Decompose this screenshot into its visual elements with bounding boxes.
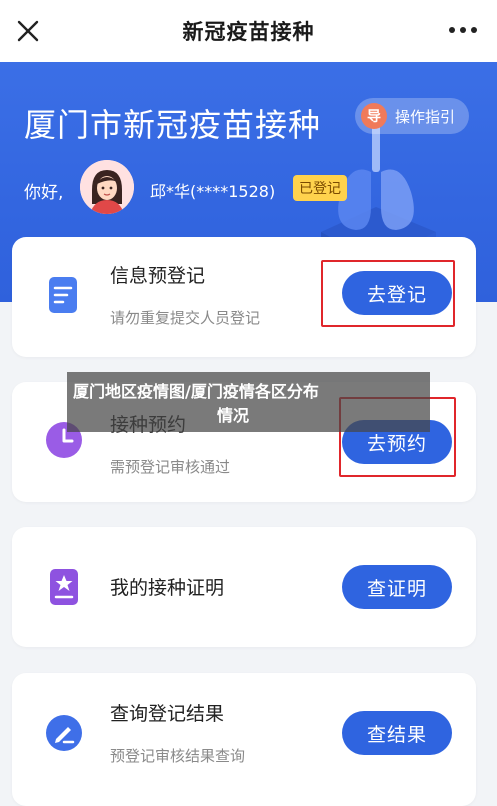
card-subtitle: 需预登记审核通过 bbox=[110, 458, 231, 476]
guide-button[interactable]: 导 操作指引 bbox=[354, 98, 469, 134]
certificate-button[interactable]: 查证明 bbox=[342, 565, 452, 609]
overlay-caption: 厦门地区疫情图/厦门疫情各区分布 情况 bbox=[67, 372, 430, 432]
card-subtitle: 请勿重复提交人员登记 bbox=[110, 309, 261, 327]
navbar: 新冠疫苗接种 bbox=[0, 0, 497, 62]
card-subtitle: 预登记审核结果查询 bbox=[110, 747, 246, 765]
card-title: 查询登记结果 bbox=[110, 703, 225, 725]
card-title: 我的接种证明 bbox=[110, 577, 225, 599]
guide-label: 操作指引 bbox=[394, 107, 455, 126]
hero-title: 厦门市新冠疫苗接种 bbox=[24, 106, 322, 144]
highlight-box bbox=[321, 260, 455, 327]
card-title: 信息预登记 bbox=[110, 265, 206, 287]
user-name: 邱*华(****1528) bbox=[150, 182, 276, 201]
overlay-caption-line2: 情况 bbox=[217, 406, 250, 425]
avatar bbox=[80, 160, 134, 214]
query-result-button[interactable]: 查结果 bbox=[342, 711, 452, 755]
edit-icon bbox=[46, 715, 82, 751]
app-page: 新冠疫苗接种 厦门市新冠疫苗接种 导 操作指引 你好, 邱*华(****1528… bbox=[0, 0, 497, 806]
guide-icon: 导 bbox=[360, 103, 387, 129]
form-icon bbox=[49, 277, 77, 313]
card-certificate: 我的接种证明 查证明 bbox=[12, 527, 476, 647]
close-icon[interactable] bbox=[14, 17, 42, 45]
page-title: 新冠疫苗接种 bbox=[182, 20, 315, 44]
user-avatar-icon bbox=[80, 160, 134, 214]
certificate-icon bbox=[50, 569, 78, 605]
status-badge: 已登记 bbox=[293, 175, 347, 201]
overlay-caption-line1: 厦门地区疫情图/厦门疫情各区分布 bbox=[73, 382, 319, 401]
card-query-result: 查询登记结果 预登记审核结果查询 查结果 bbox=[12, 673, 476, 806]
greeting-text: 你好, bbox=[24, 183, 64, 203]
more-dots-icon[interactable] bbox=[449, 27, 477, 33]
